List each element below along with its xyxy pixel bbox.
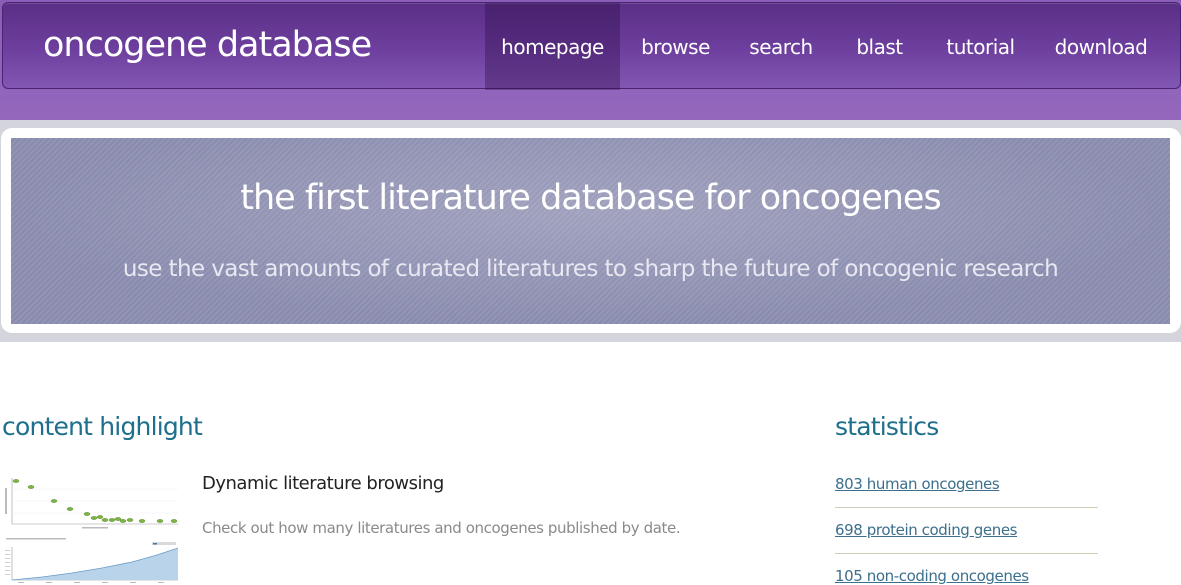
- hero-subtitle: use the vast amounts of curated literatu…: [122, 256, 1059, 282]
- nav-tutorial[interactable]: tutorial: [928, 3, 1033, 90]
- stat-link-protein-coding[interactable]: 698 protein coding genes: [835, 521, 1018, 539]
- hero-banner: the first literature database for oncoge…: [11, 138, 1170, 324]
- feature-description: Check out how many literatures and oncog…: [202, 519, 681, 537]
- nav-blast[interactable]: blast: [831, 3, 928, 90]
- content-highlight-heading: content highlight: [2, 412, 203, 441]
- hero-title: the first literature database for oncoge…: [240, 178, 941, 218]
- thumbnail-chart-graphic: [5, 478, 179, 583]
- stat-divider: [835, 553, 1098, 554]
- feature-title[interactable]: Dynamic literature browsing: [202, 473, 444, 494]
- navbar: oncogene database homepage browse search…: [2, 2, 1181, 90]
- main-nav: homepage browse search blast tutorial do…: [485, 3, 1169, 90]
- stat-link-human-oncogenes[interactable]: 803 human oncogenes: [835, 475, 1000, 493]
- statistics-heading: statistics: [835, 412, 939, 441]
- site-title[interactable]: oncogene database: [43, 25, 372, 65]
- nav-search[interactable]: search: [731, 3, 831, 90]
- stat-divider: [835, 507, 1098, 508]
- nav-download[interactable]: download: [1033, 3, 1169, 90]
- nav-browse[interactable]: browse: [620, 3, 731, 90]
- nav-homepage[interactable]: homepage: [485, 3, 620, 90]
- stat-link-non-coding[interactable]: 105 non-coding oncogenes: [835, 567, 1029, 585]
- literature-chart-thumbnail[interactable]: [2, 474, 179, 585]
